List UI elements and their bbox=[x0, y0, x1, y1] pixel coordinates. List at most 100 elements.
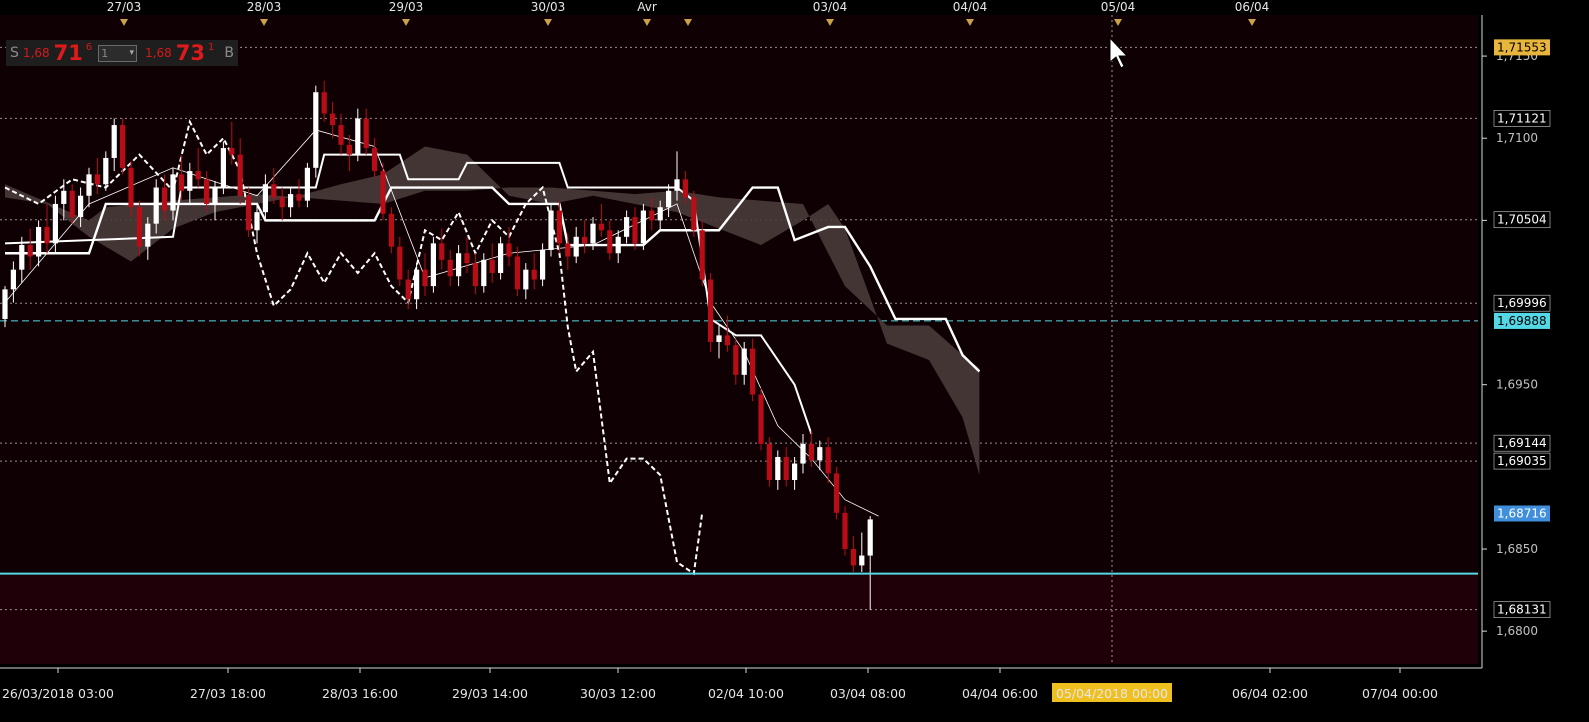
price-marker-last[interactable]: 1,71553 bbox=[1494, 39, 1550, 56]
price-marker-plain[interactable]: 1,70504 bbox=[1493, 211, 1551, 229]
candle-body bbox=[321, 92, 327, 114]
candle-body bbox=[313, 92, 319, 168]
candle-body bbox=[78, 195, 84, 218]
candle-body bbox=[498, 243, 504, 273]
candle-body bbox=[36, 226, 42, 257]
time-axis-label: 30/03 12:00 bbox=[580, 686, 656, 701]
cursor-time-label: 05/04/2018 00:00 bbox=[1056, 686, 1168, 701]
candle-body bbox=[808, 443, 814, 461]
ask-big-figure[interactable]: 73 bbox=[176, 41, 205, 65]
candle[interactable] bbox=[313, 85, 319, 178]
price-marker-plain[interactable]: 1,69035 bbox=[1493, 452, 1551, 470]
quote-panel: S 1,68 71 6 1 ▾ 1,68 73 1 B bbox=[6, 40, 238, 66]
top-date-label: Avr bbox=[637, 0, 657, 14]
candle-body bbox=[464, 253, 470, 264]
time-axis-label: 07/04 00:00 bbox=[1362, 686, 1438, 701]
time-axis-label: 27/03 18:00 bbox=[190, 686, 266, 701]
price-marker-current[interactable]: 1,68716 bbox=[1494, 505, 1550, 522]
candle-body bbox=[195, 171, 201, 180]
time-axis-label: 29/03 14:00 bbox=[452, 686, 528, 701]
candle-body bbox=[153, 187, 159, 224]
candle-body bbox=[708, 279, 714, 342]
candle[interactable] bbox=[304, 162, 310, 208]
price-chart[interactable]: 27/03 28/03 29/03 30/03 Avr 03/04 04/04 05/04 06… bbox=[0, 0, 1589, 722]
sell-label[interactable]: S bbox=[10, 45, 19, 61]
chart-root: 27/03 28/03 29/03 30/03 Avr 03/04 04/04 05/04 06… bbox=[0, 0, 1589, 722]
candle[interactable] bbox=[220, 141, 226, 195]
candle[interactable] bbox=[842, 506, 848, 556]
price-scale-label: 1,6850 bbox=[1496, 542, 1538, 556]
candle[interactable] bbox=[120, 118, 126, 175]
candle-body bbox=[271, 184, 277, 198]
candle-body bbox=[825, 447, 831, 474]
price-scale-label: 1,6950 bbox=[1496, 378, 1538, 392]
candle-body bbox=[531, 269, 537, 280]
price-marker-text: 1,68716 bbox=[1497, 506, 1547, 520]
price-marker-plain[interactable]: 1,69996 bbox=[1493, 294, 1551, 312]
price-marker-support[interactable]: 1,69888 bbox=[1494, 312, 1550, 329]
candle-body bbox=[69, 190, 75, 218]
price-marker-plain[interactable]: 1,68131 bbox=[1493, 601, 1551, 618]
candle-body bbox=[237, 154, 243, 196]
buy-label[interactable]: B bbox=[224, 45, 234, 61]
candle-body bbox=[162, 187, 168, 211]
quantity-value: 1 bbox=[101, 46, 109, 60]
candle[interactable] bbox=[388, 207, 394, 254]
candle-body bbox=[514, 256, 520, 290]
candle-body bbox=[10, 269, 16, 290]
top-date-label: 27/03 bbox=[107, 0, 142, 14]
candle[interactable] bbox=[699, 220, 705, 287]
plot-area[interactable] bbox=[0, 15, 1478, 664]
candle-body bbox=[86, 174, 92, 196]
candle-body bbox=[615, 236, 621, 254]
candle[interactable] bbox=[708, 272, 714, 352]
candle-body bbox=[590, 223, 596, 244]
candle-body bbox=[414, 269, 420, 300]
candle[interactable] bbox=[834, 466, 840, 520]
top-date-label: 30/03 bbox=[531, 0, 566, 14]
bid-big-figure[interactable]: 71 bbox=[54, 41, 83, 65]
candle-body bbox=[27, 245, 33, 257]
candle[interactable] bbox=[548, 203, 554, 257]
candle-body bbox=[288, 194, 294, 208]
top-date-label: 29/03 bbox=[389, 0, 424, 14]
candle-body bbox=[775, 456, 781, 480]
top-date-label: 06/04 bbox=[1235, 0, 1270, 14]
candle-body bbox=[800, 443, 806, 464]
candle-body bbox=[61, 190, 67, 204]
candle-body bbox=[758, 394, 764, 444]
candle-body bbox=[103, 157, 109, 185]
candle-body bbox=[19, 245, 25, 270]
candle-body bbox=[128, 167, 134, 208]
candle-body bbox=[607, 230, 613, 254]
price-marker-text: 1,69035 bbox=[1497, 454, 1547, 468]
candle[interactable] bbox=[758, 387, 764, 451]
candle-body bbox=[632, 217, 638, 244]
candle-body bbox=[212, 187, 218, 204]
candle-body bbox=[120, 125, 126, 168]
candle-body bbox=[304, 167, 310, 201]
candle[interactable] bbox=[640, 203, 646, 250]
candle-body bbox=[363, 118, 369, 149]
candle-body bbox=[741, 348, 747, 375]
price-marker-text: 1,70504 bbox=[1497, 213, 1547, 227]
price-marker-plain[interactable]: 1,71121 bbox=[1493, 110, 1551, 127]
price-marker-text: 1,71553 bbox=[1497, 40, 1547, 54]
price-marker-plain[interactable]: 1,69144 bbox=[1493, 434, 1551, 452]
candle-body bbox=[842, 512, 848, 549]
candle-body bbox=[724, 335, 730, 346]
candle[interactable] bbox=[766, 437, 772, 487]
bid-prefix[interactable]: 1,68 bbox=[23, 46, 50, 60]
time-axis-label: 28/03 16:00 bbox=[322, 686, 398, 701]
candle-body bbox=[355, 118, 361, 155]
candle[interactable] bbox=[380, 162, 386, 221]
ask-prefix[interactable]: 1,68 bbox=[145, 46, 172, 60]
top-date-label: 28/03 bbox=[247, 0, 282, 14]
quantity-input[interactable]: 1 ▾ bbox=[98, 44, 138, 62]
price-scale-label: 1,6800 bbox=[1496, 624, 1538, 638]
candle[interactable] bbox=[430, 236, 436, 293]
candle[interactable] bbox=[691, 190, 697, 237]
candle-body bbox=[296, 194, 302, 201]
quantity-dropdown-icon[interactable]: ▾ bbox=[130, 48, 135, 58]
candle-body bbox=[674, 179, 680, 191]
